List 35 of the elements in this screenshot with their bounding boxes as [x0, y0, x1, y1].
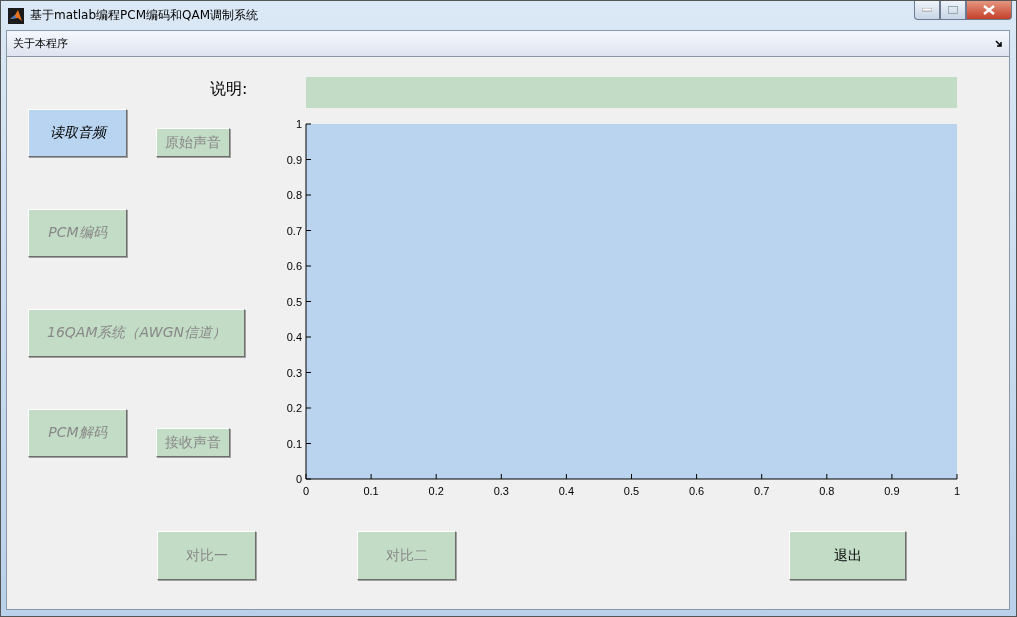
y-tick-label: 0.8 — [286, 189, 302, 201]
y-tick-label: 0.7 — [286, 224, 302, 237]
window-title: 基于matlab编程PCM编码和QAM调制系统 — [30, 7, 259, 24]
app-logo-icon — [8, 7, 24, 24]
y-tick-label: 0.2 — [286, 402, 302, 414]
push-button[interactable]: 读取音频 — [28, 109, 127, 157]
push-button[interactable]: 退出 — [789, 531, 906, 580]
y-tick-label: 0.5 — [286, 295, 302, 308]
x-tick-label: 0.7 — [754, 485, 770, 497]
y-tick-label: 0.3 — [286, 366, 302, 379]
x-tick-label: 0.8 — [819, 485, 835, 497]
x-tick-label: 0.2 — [428, 485, 444, 497]
maximize-icon — [948, 6, 958, 14]
y-tick-label: 0.9 — [286, 153, 302, 166]
x-tick-label: 0.6 — [688, 485, 705, 497]
maximize-button[interactable] — [940, 1, 966, 20]
y-tick-label: 0.4 — [286, 331, 302, 343]
x-tick-label: 0 — [302, 485, 310, 497]
close-button[interactable] — [966, 1, 1012, 20]
y-tick-label: 0.6 — [286, 260, 302, 272]
minimize-button[interactable] — [914, 1, 940, 20]
x-tick-label: 0.3 — [493, 485, 509, 497]
close-icon — [983, 5, 995, 15]
y-tick-label: 0 — [295, 473, 302, 485]
menu-item[interactable]: 关于本程序 — [13, 36, 68, 51]
x-tick-label: 1 — [953, 485, 961, 497]
x-tick-label: 0.1 — [363, 485, 379, 497]
y-tick-label: 1 — [295, 118, 302, 130]
description-label: 说明: — [210, 79, 248, 100]
minimize-icon — [922, 8, 932, 12]
x-tick-label: 0.9 — [884, 485, 900, 497]
dock-arrow-icon[interactable] — [995, 39, 1003, 48]
y-tick-label: 0.1 — [286, 437, 302, 450]
x-tick-label: 0.5 — [623, 485, 640, 497]
x-tick-label: 0.4 — [558, 485, 575, 497]
